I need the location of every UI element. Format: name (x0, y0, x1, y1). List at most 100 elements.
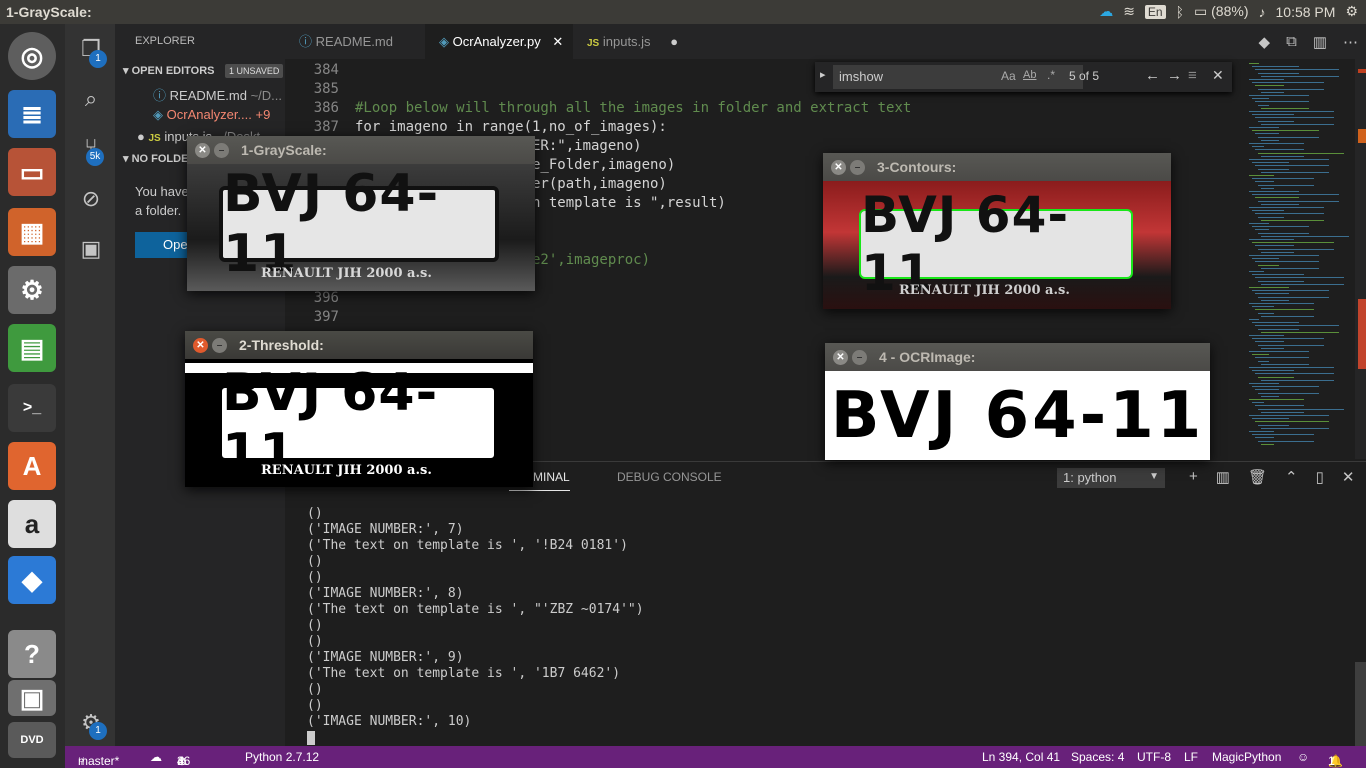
tab-ocranalyzer[interactable]: ◈ OcrAnalyzer.py ✕ (425, 24, 573, 59)
trash-icon[interactable]: 🗑 (1248, 468, 1267, 486)
more-actions-icon[interactable]: ⋯ (1343, 33, 1358, 51)
window-titlebar[interactable]: ✕ – 4 - OCRImage: (825, 343, 1210, 371)
split-terminal-icon[interactable]: ▥ (1216, 468, 1230, 486)
minimize-icon[interactable]: – (852, 350, 867, 365)
gear-icon[interactable]: ⚙ (1345, 3, 1358, 20)
minimap-line (1261, 91, 1284, 93)
battery-indicator[interactable]: ▭ (88%) (1194, 3, 1248, 20)
help-icon[interactable]: ? (8, 630, 56, 678)
minimap-line (1258, 392, 1319, 394)
feedback-smiley-icon[interactable]: ☺ (1297, 750, 1309, 764)
sync-icon[interactable]: ☁ (150, 750, 162, 764)
file-manager-icon[interactable]: ▭ (8, 148, 56, 196)
tab-readme[interactable]: ⓘ README.md (285, 24, 425, 59)
bluetooth-icon[interactable]: ᛒ (1176, 4, 1184, 20)
minimize-icon[interactable]: – (212, 338, 227, 353)
minimap-line (1258, 360, 1269, 362)
window-titlebar[interactable]: ✕ – 1-GrayScale: (187, 136, 535, 164)
find-input[interactable]: imshow (833, 65, 1083, 89)
system-tray: ☁ ≋ En ᛒ ▭ (88%) ♪ 10:58 PM ⚙ (1099, 3, 1358, 20)
minimap-line (1249, 399, 1304, 400)
close-icon[interactable]: ✕ (1212, 67, 1224, 84)
python-interpreter[interactable]: Python 2.7.12 (245, 750, 319, 764)
open-editor-item-ocranalyzer[interactable]: ◈ OcrAnalyzer.... +9 (153, 107, 270, 123)
system-settings-icon[interactable]: ⚙ (8, 266, 56, 314)
ubuntu-dash-icon[interactable]: ◎ (8, 32, 56, 80)
vscode-icon[interactable]: ◆ (8, 556, 56, 604)
code-line[interactable]: #Loop below will through all the images … (355, 100, 911, 116)
minimap-line (1258, 184, 1314, 186)
impress-icon[interactable]: ▦ (8, 208, 56, 256)
terminal-select[interactable]: 1: python ▼ (1057, 468, 1165, 488)
minimap-line (1252, 242, 1334, 244)
dvd-icon[interactable]: DVD (8, 722, 56, 758)
volume-icon[interactable]: ♪ (1259, 4, 1266, 20)
extensions-icon[interactable]: ▣ (78, 236, 104, 262)
terminal-line: () (307, 698, 323, 713)
indentation[interactable]: Spaces: 4 (1071, 750, 1124, 764)
arrow-down-icon[interactable]: → (1167, 67, 1182, 84)
arrow-up-icon[interactable]: ← (1145, 67, 1160, 84)
open-editors-section[interactable]: ▾ OPEN EDITORS (123, 64, 215, 77)
whole-word-icon[interactable]: Ab (1023, 69, 1036, 81)
plus-icon[interactable]: + (1189, 468, 1198, 486)
minimap-line (1252, 338, 1324, 340)
amazon-icon[interactable]: a (8, 500, 56, 548)
debug-icon[interactable]: ⊘ (78, 186, 104, 212)
minimap[interactable] (1245, 59, 1355, 459)
software-center-icon[interactable]: A (8, 442, 56, 490)
modified-dot-icon[interactable]: ● (670, 34, 678, 49)
close-icon[interactable]: ✕ (831, 160, 846, 175)
minimap-line (1252, 194, 1339, 196)
minimap-line (1252, 418, 1289, 420)
calc-icon[interactable]: ▤ (8, 324, 56, 372)
match-case-icon[interactable]: Aa (1001, 69, 1016, 83)
terminal-scrollbar[interactable] (1355, 662, 1366, 746)
tab-debug-console[interactable]: DEBUG CONSOLE (617, 470, 722, 484)
editor-scrollbar[interactable] (1355, 59, 1366, 459)
minimap-line (1255, 245, 1294, 247)
minimize-icon[interactable]: – (850, 160, 865, 175)
line-ending[interactable]: LF (1184, 750, 1198, 764)
open-changes-icon[interactable]: ⧉ (1286, 33, 1297, 51)
close-icon[interactable]: ✕ (193, 338, 208, 353)
regex-icon[interactable]: .* (1047, 68, 1055, 82)
tab-inputs[interactable]: JS inputs.js ● (573, 24, 693, 59)
language-mode[interactable]: MagicPython (1212, 750, 1281, 764)
clock[interactable]: 10:58 PM (1276, 4, 1336, 20)
minimize-icon[interactable]: – (214, 143, 229, 158)
writer-icon[interactable]: ≣ (8, 90, 56, 138)
terminal-line: ('The text on template is ', '1B7 6462') (307, 666, 621, 681)
minimap-line (1258, 72, 1299, 74)
terminal-icon[interactable]: >_ (8, 384, 56, 432)
close-icon[interactable]: ✕ (833, 350, 848, 365)
minimap-line (1249, 111, 1334, 112)
toggle-panel-icon[interactable]: ▯ (1316, 468, 1324, 486)
code-line[interactable]: for imageno in range(1,no_of_images): (355, 119, 667, 135)
split-editor-icon[interactable]: ▥ (1313, 33, 1327, 51)
encoding[interactable]: UTF-8 (1137, 750, 1171, 764)
cursor-position[interactable]: Ln 394, Col 41 (982, 750, 1060, 764)
find-in-selection-icon[interactable]: ≡ (1188, 67, 1197, 84)
info-icon: ⓘ (299, 34, 313, 49)
open-editor-item-readme[interactable]: ⓘ README.md ~/D... (153, 85, 282, 104)
window-titlebar[interactable]: ✕ – 2-Threshold: (185, 331, 533, 359)
grayscale-window: ✕ – 1-GrayScale: BVJ 64-11 RENAULT JIH 2… (187, 136, 535, 291)
keyboard-layout-indicator[interactable]: En (1144, 4, 1166, 19)
close-icon[interactable]: ✕ (195, 143, 210, 158)
skype-icon[interactable]: ☁ (1099, 3, 1113, 20)
close-icon[interactable]: ✕ (1342, 468, 1355, 486)
minimap-line (1261, 395, 1279, 397)
terminal-line: ('The text on template is ', "'ZBZ ~0174… (307, 602, 644, 617)
search-icon[interactable]: ⌕ (78, 86, 104, 112)
close-icon[interactable]: ✕ (552, 34, 563, 49)
wifi-icon[interactable]: ≋ (1123, 3, 1135, 20)
terminal-output[interactable]: () ('IMAGE NUMBER:', 7) ('The text on temp… (307, 506, 644, 746)
minimap-line (1258, 328, 1299, 330)
toggle-replace-icon[interactable]: ▸ (820, 68, 826, 81)
minimap-line (1258, 296, 1329, 298)
photo-viewer-icon[interactable]: ▣ (8, 680, 56, 716)
window-titlebar[interactable]: ✕ – 3-Contours: (823, 153, 1171, 181)
compare-icon[interactable]: ◆ (1259, 33, 1271, 51)
chevron-up-icon[interactable]: ⌃ (1285, 468, 1298, 486)
